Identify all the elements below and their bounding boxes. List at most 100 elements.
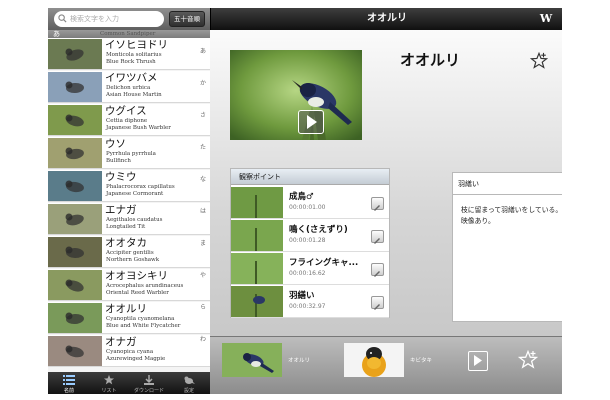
observation-item[interactable]: 羽繕い 00:00:32.97: [231, 285, 389, 318]
index-char[interactable]: か: [200, 78, 206, 87]
bird-scientific-name: Aegithalos caudatus: [106, 217, 163, 223]
navigation-bar: オオルリ W: [210, 8, 562, 30]
bird-thumbnail: [48, 171, 102, 201]
index-char[interactable]: や: [200, 270, 206, 279]
bird-list-item[interactable]: ウミウ Phalacrocorax capillatus Japanese Corm…: [48, 170, 210, 202]
index-char[interactable]: た: [200, 142, 206, 151]
kana-index-bar[interactable]: あかさたなはまやらわ: [198, 38, 210, 372]
description-title: 羽繕い: [453, 173, 562, 195]
tab-1[interactable]: リスト: [89, 372, 129, 394]
description-panel: 羽繕い 枝に留まって羽繕いをしている。アップ映像あり。: [452, 172, 562, 322]
app-window: 五十音順 あ Common Sandpiper イソヒヨドリMonticola …: [48, 8, 562, 394]
bird-name: オオヨシキリ: [105, 270, 168, 282]
bird-english-name: Oriental Reed Warbler: [106, 290, 169, 296]
related-species-strip: オオルリ キビタキ: [210, 336, 562, 394]
tab-2[interactable]: ダウンロード: [129, 372, 169, 394]
observation-item[interactable]: 成鳥♂ 00:00:01.00: [231, 186, 389, 219]
related-item-thumbnail[interactable]: [344, 343, 404, 377]
pencil-icon: [374, 205, 380, 211]
observation-item[interactable]: フライングキャ... 00:00:16.62: [231, 252, 389, 285]
species-detail: オオルリ 観察ポイント 成鳥♂ 00:00:01.00 鳴く(さえずり) 00:00:…: [210, 30, 562, 336]
bird-name: オオルリ: [105, 303, 147, 315]
index-char[interactable]: さ: [200, 110, 206, 119]
bird-list: イソヒヨドリ Monticola solitarius Blue Rock Thru…: [48, 38, 210, 372]
play-icon[interactable]: [298, 110, 324, 134]
bird-name: ウソ: [105, 138, 126, 150]
bird-list-item[interactable]: ウグイス Cettia diphone Japanese Bush Warbler: [48, 104, 210, 136]
bird-list-item[interactable]: イワツバメ Delichon urbica Asian House Martin: [48, 71, 210, 103]
sort-order-button[interactable]: 五十音順: [169, 11, 205, 27]
bird-photo: [230, 50, 362, 140]
bird-english-name: Azurewinged Magpie: [106, 356, 166, 362]
bird-english-name: Asian House Martin: [106, 92, 162, 98]
edit-note-button[interactable]: [371, 230, 384, 244]
related-item-label: オオルリ: [288, 358, 311, 364]
tab-3[interactable]: 設定: [169, 372, 209, 394]
wikipedia-button[interactable]: W: [538, 11, 554, 27]
species-list-pane: 五十音順 あ Common Sandpiper イソヒヨドリMonticola …: [48, 8, 210, 394]
search-icon: [58, 14, 67, 23]
bird-english-name: Japanese Bush Warbler: [106, 125, 171, 131]
bird-english-name: Blue Rock Thrush: [106, 59, 156, 65]
bird-thumbnail: [48, 336, 102, 366]
bird-scientific-name: Cyanoptila cyanomelana: [106, 316, 175, 322]
observation-timestamp: 00:00:32.97: [289, 303, 326, 310]
main-video-thumbnail[interactable]: [230, 50, 362, 140]
edit-note-button[interactable]: [371, 197, 384, 211]
observation-title: 鳴く(さえずり): [289, 225, 348, 235]
observation-item[interactable]: 鳴く(さえずり) 00:00:01.28: [231, 219, 389, 252]
search-input[interactable]: [54, 11, 164, 27]
bird-list-item[interactable]: オオルリ Cyanoptila cyanomelana Blue and White…: [48, 302, 210, 334]
bird-list-item[interactable]: オオヨシキリ Acrocephalus arundinaceus Oriental …: [48, 269, 210, 301]
bird-scientific-name: Phalacrocorax capillatus: [106, 184, 175, 190]
bird-scientific-name: Cettia diphone: [106, 118, 148, 124]
edit-note-button[interactable]: [371, 296, 384, 310]
bird-thumbnail: [48, 270, 102, 300]
bird-thumbnail: [48, 138, 102, 168]
index-char[interactable]: は: [200, 206, 206, 215]
index-char[interactable]: わ: [200, 334, 206, 343]
bird-list-item[interactable]: オオタカ Accipiter gentilis Northern Goshawk: [48, 236, 210, 268]
favorite-star-icon[interactable]: [518, 350, 538, 370]
observation-thumbnail: [231, 187, 283, 218]
pencil-icon: [374, 271, 380, 277]
bird-english-name: Northern Goshawk: [106, 257, 160, 263]
related-item-thumbnail[interactable]: [222, 343, 282, 377]
pencil-icon: [374, 304, 380, 310]
index-char[interactable]: ま: [200, 238, 206, 247]
observation-title: 成鳥♂: [289, 192, 314, 202]
play-icon[interactable]: [468, 351, 488, 371]
index-char[interactable]: ら: [200, 302, 206, 311]
bird-scientific-name: Cyanopica cyana: [106, 349, 154, 355]
observation-title: フライングキャ...: [289, 258, 359, 268]
observation-points-header: 観察ポイント: [231, 169, 389, 185]
bird-list-item[interactable]: ウソ Pyrrhula pyrrhula Bullfinch: [48, 137, 210, 169]
tab-bar: 名前 リスト ダウンロード 設定: [48, 372, 210, 394]
edit-note-button[interactable]: [371, 263, 384, 277]
tab-0[interactable]: 名前: [49, 372, 89, 394]
bird-scientific-name: Monticola solitarius: [106, 52, 162, 58]
bird-name: イソヒヨドリ: [105, 39, 168, 51]
bird-english-name: Longtailed Tit: [106, 224, 146, 230]
observation-timestamp: 00:00:01.00: [289, 204, 326, 211]
bird-scientific-name: Pyrrhula pyrrhula: [106, 151, 156, 157]
favorite-star-icon[interactable]: [530, 52, 548, 70]
bird-english-name: Japanese Cormorant: [106, 191, 164, 197]
bird-name: ウミウ: [105, 171, 137, 183]
bird-list-item[interactable]: オナガ Cyanopica cyana Azurewinged Magpie: [48, 335, 210, 367]
bird-scientific-name: Delichon urbica: [106, 85, 151, 91]
bird-list-item[interactable]: エナガ Aegithalos caudatus Longtailed Tit: [48, 203, 210, 235]
index-char[interactable]: な: [200, 174, 206, 183]
bird-thumbnail: [48, 72, 102, 102]
observation-timestamp: 00:00:01.28: [289, 237, 326, 244]
description-text: 枝に留まって羽繕いをしている。アップ映像あり。: [461, 206, 562, 225]
species-title: オオルリ: [400, 51, 461, 69]
section-header-label: あ: [53, 30, 60, 38]
bird-list-item[interactable]: イソヒヨドリ Monticola solitarius Blue Rock Thru…: [48, 38, 210, 70]
index-char[interactable]: あ: [200, 46, 206, 55]
bird-thumbnail: [48, 303, 102, 333]
bird-name: エナガ: [105, 204, 137, 216]
related-item-label: キビタキ: [410, 358, 433, 364]
bird-scientific-name: Accipiter gentilis: [106, 250, 154, 256]
bird-english-name: Blue and White Flycatcher: [106, 323, 181, 329]
